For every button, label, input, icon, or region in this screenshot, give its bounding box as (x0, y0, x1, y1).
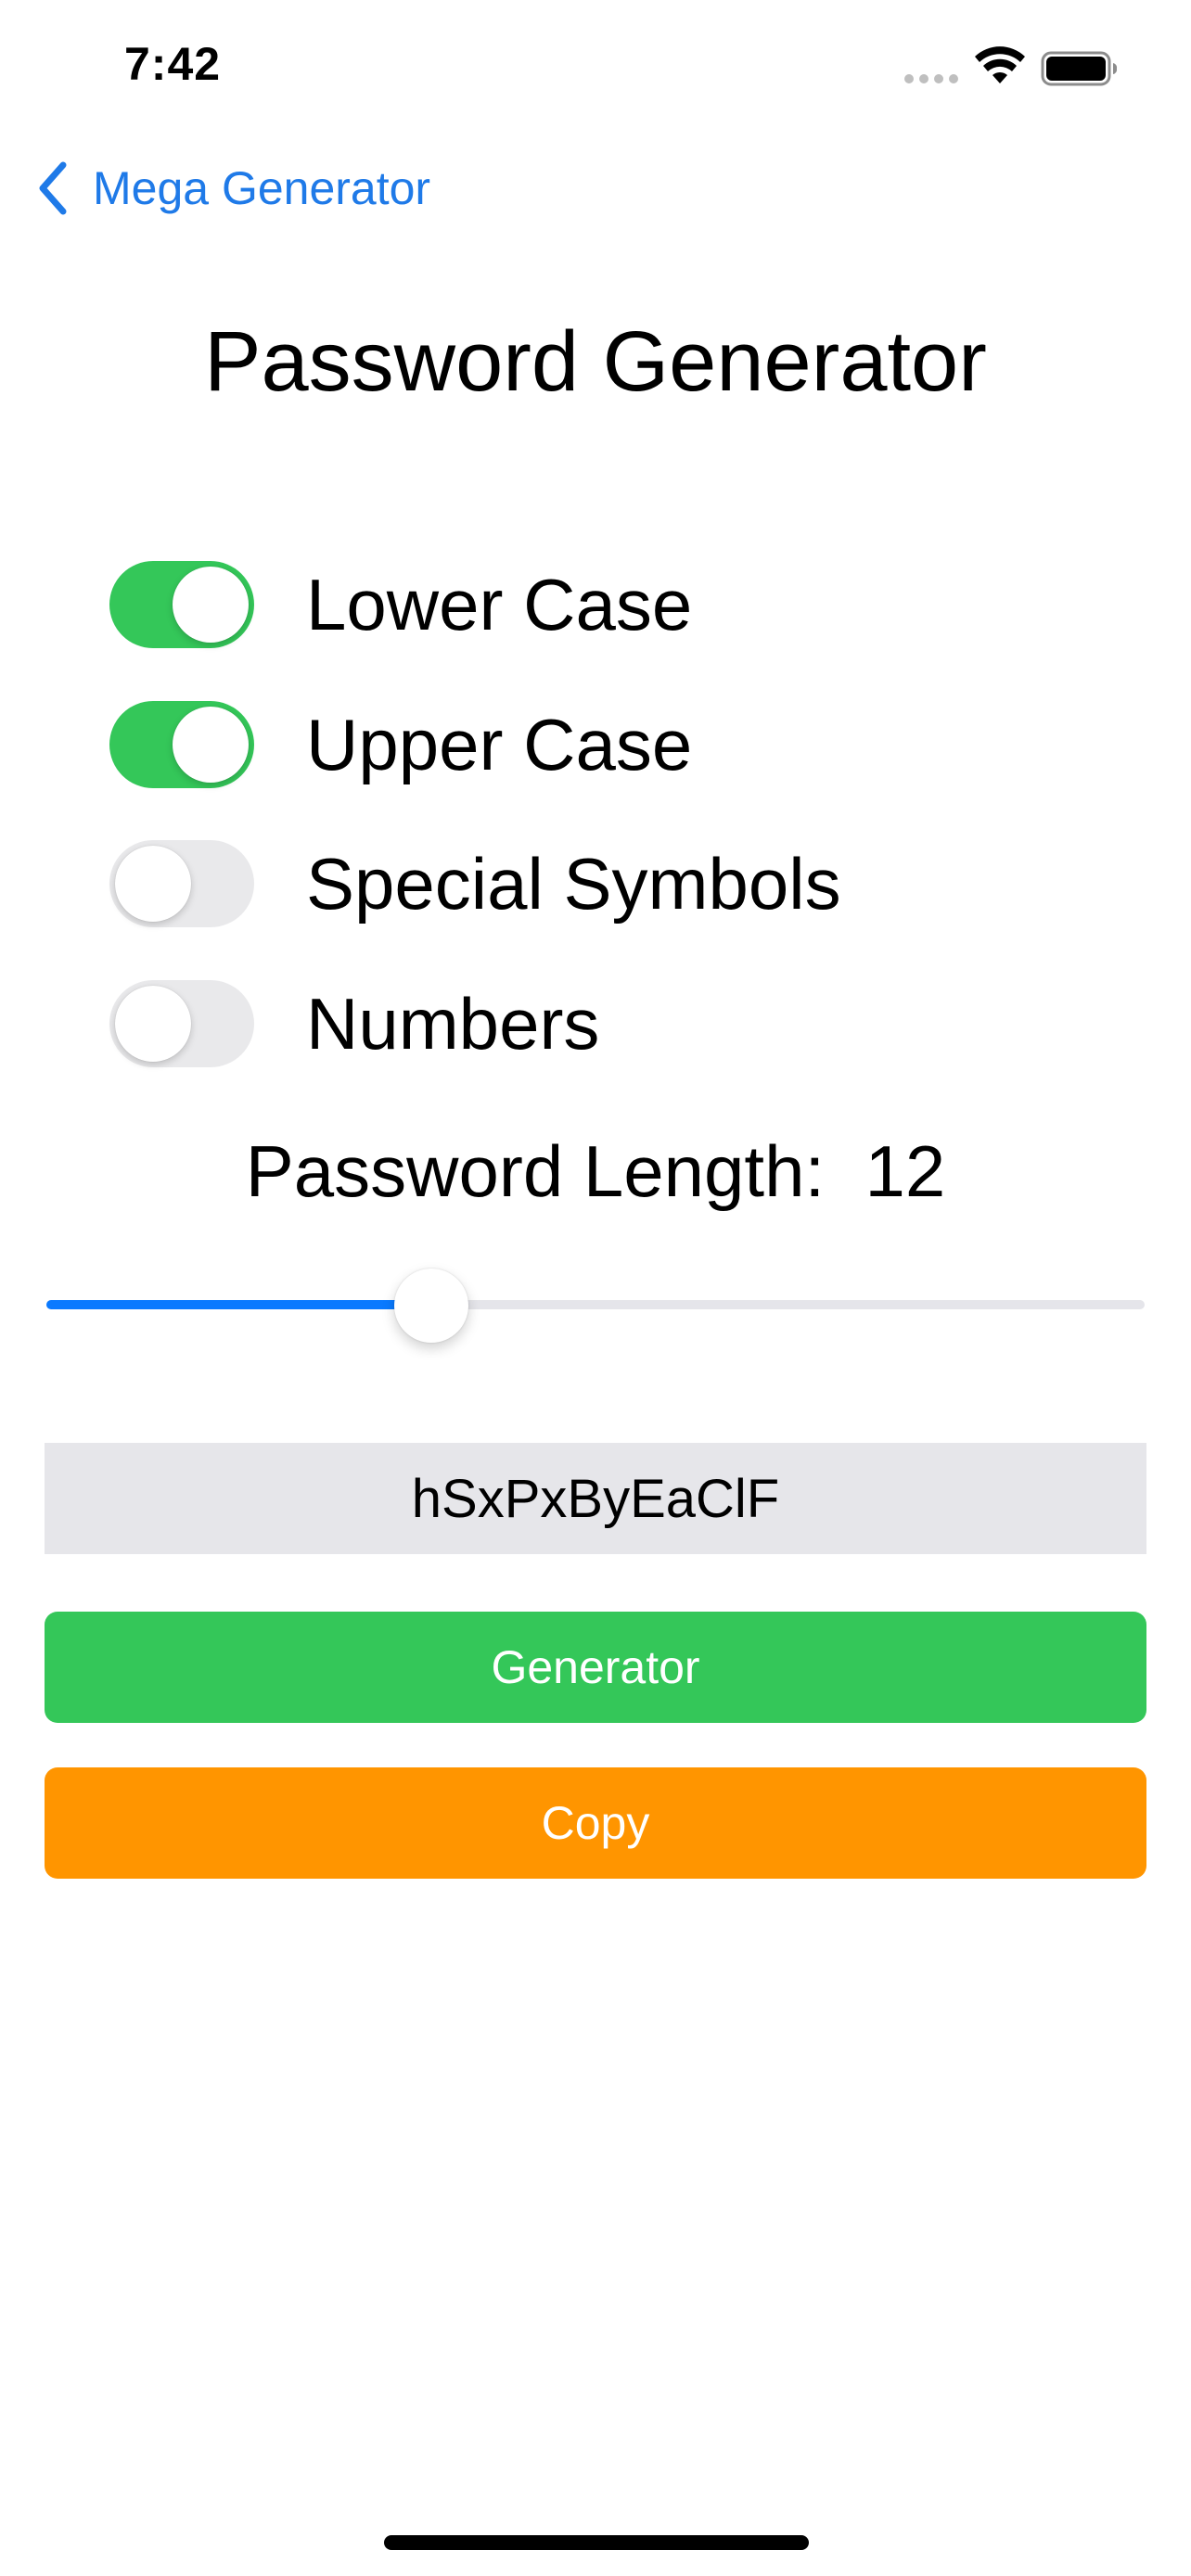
wifi-icon (975, 46, 1025, 83)
home-indicator (384, 2535, 809, 2550)
back-button[interactable]: Mega Generator (35, 159, 430, 217)
chevron-left-icon (39, 161, 67, 215)
battery-icon (1041, 51, 1118, 86)
password-length-slider[interactable] (46, 1267, 1145, 1343)
numbers-label: Numbers (306, 982, 600, 1065)
upper-case-toggle[interactable] (109, 701, 254, 788)
lower-case-label: Lower Case (306, 563, 693, 645)
toggle-knob (115, 986, 191, 1062)
cellular-signal-icon (904, 74, 958, 83)
toggle-knob (173, 707, 249, 783)
slider-fill (46, 1300, 432, 1309)
back-button-label: Mega Generator (93, 162, 431, 214)
special-symbols-label: Special Symbols (306, 842, 841, 925)
numbers-toggle[interactable] (109, 980, 254, 1067)
screen: 7:42 Mega Generator Password Generator L… (0, 0, 1191, 2576)
option-lower-case: Lower Case (109, 561, 692, 648)
special-symbols-toggle[interactable] (109, 840, 254, 927)
password-length-label: Password Length: 12 (245, 1130, 946, 1212)
option-special-symbols: Special Symbols (109, 840, 841, 927)
page-title: Password Generator (204, 314, 987, 409)
generate-button[interactable]: Generator (45, 1612, 1146, 1723)
lower-case-toggle[interactable] (109, 561, 254, 648)
copy-button[interactable]: Copy (45, 1767, 1146, 1879)
upper-case-label: Upper Case (306, 703, 693, 785)
toggle-knob (173, 567, 249, 643)
slider-thumb[interactable] (394, 1269, 469, 1343)
option-upper-case: Upper Case (109, 701, 692, 788)
toggle-knob (115, 846, 191, 922)
option-numbers: Numbers (109, 980, 599, 1067)
status-time: 7:42 (124, 38, 222, 90)
generated-password-field: hSxPxByEaClF (45, 1443, 1146, 1554)
